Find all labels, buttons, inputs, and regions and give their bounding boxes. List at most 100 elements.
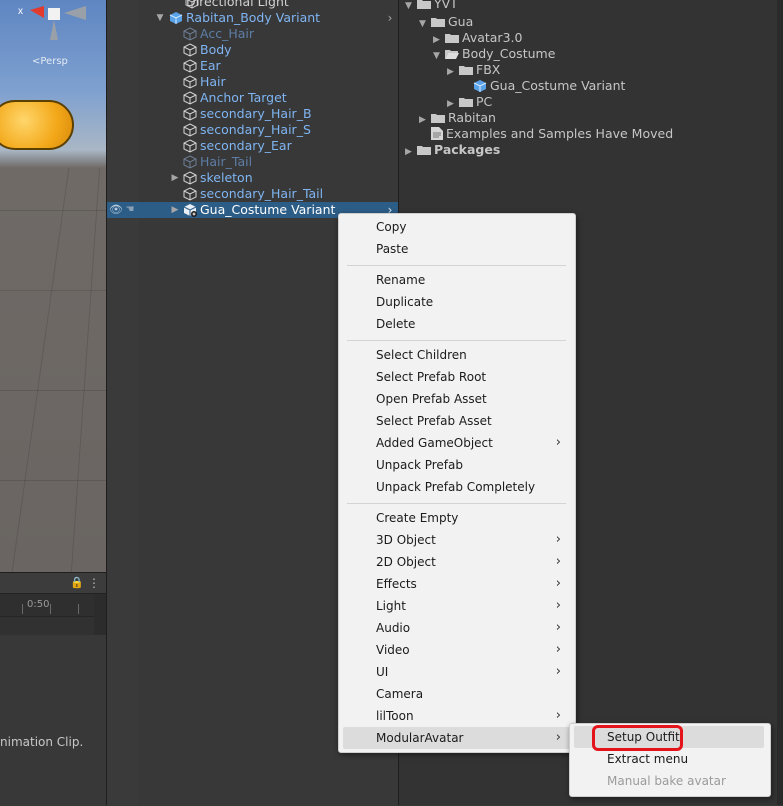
gameobject-icon (183, 43, 197, 57)
menu-item-video[interactable]: Video › (343, 639, 571, 661)
hierarchy-row[interactable]: Anchor Target (107, 90, 398, 106)
chevron-down-icon[interactable]: ▼ (405, 0, 417, 14)
menu-item-audio[interactable]: Audio › (343, 617, 571, 639)
menu-item-delete[interactable]: Delete (343, 313, 571, 335)
project-row[interactable]: ▶ PC (447, 94, 492, 110)
project-row[interactable]: ▶ FBX (447, 62, 500, 78)
timeline-scrollbar[interactable] (94, 594, 106, 635)
hierarchy-row[interactable]: ▼ Rabitan_Body Variant › (107, 10, 398, 26)
chevron-down-icon[interactable]: ▼ (155, 10, 165, 26)
menu-item-light[interactable]: Light › (343, 595, 571, 617)
scene-view[interactable]: x <Persp (0, 0, 106, 572)
menu-item-unpack-prefab-completely[interactable]: Unpack Prefab Completely (343, 476, 571, 498)
timeline-track[interactable] (0, 617, 94, 635)
grid-line (11, 168, 70, 572)
menu-item-added-gameobject[interactable]: Added GameObject › (343, 432, 571, 454)
menu-item-label: Select Prefab Root (376, 370, 487, 384)
hierarchy-row[interactable]: Body (107, 42, 398, 58)
hierarchy-row[interactable]: Directional Light (107, 0, 398, 10)
grid-line (0, 390, 106, 391)
menu-item-label: 3D Object (376, 533, 436, 547)
gameobject-icon (183, 171, 197, 185)
menu-item-ui[interactable]: UI › (343, 661, 571, 683)
hierarchy-row[interactable]: Ear (107, 58, 398, 74)
chevron-right-icon: › (555, 554, 561, 569)
menu-item-copy[interactable]: Copy (343, 216, 571, 238)
project-label: FBX (476, 62, 501, 77)
project-row[interactable]: ▶ Rabitan (419, 110, 496, 126)
project-row[interactable]: Examples and Samples Have Moved (431, 126, 673, 142)
prefab-variant-icon (183, 204, 197, 217)
chevron-down-icon[interactable]: ▼ (433, 48, 445, 64)
menu-item-label: Duplicate (376, 295, 434, 309)
menu-item-2d-object[interactable]: 2D Object › (343, 551, 571, 573)
menu-item-select-prefab-root[interactable]: Select Prefab Root (343, 366, 571, 388)
menu-item-paste[interactable]: Paste (343, 238, 571, 260)
hierarchy-label: Directional Light (186, 0, 289, 9)
right-panel-edge (777, 0, 783, 805)
chevron-right-icon[interactable]: ▶ (170, 170, 180, 186)
animation-panel: 🔒 ⋮ 0:50 nimation Clip. (0, 572, 106, 806)
gameobject-icon (183, 59, 197, 73)
project-row[interactable]: ▼ Body_Costume (433, 46, 555, 62)
menu-item-label: 2D Object (376, 555, 436, 569)
menu-item-extract-menu[interactable]: Extract menu (574, 748, 764, 770)
gameobject-icon (183, 155, 197, 169)
project-label: Avatar3.0 (462, 30, 523, 45)
chevron-right-icon[interactable]: ▶ (447, 64, 459, 80)
project-row[interactable]: ▼ YVT (405, 0, 458, 12)
hierarchy-row[interactable]: secondary_Ear (107, 138, 398, 154)
project-row[interactable]: Gua_Costume Variant (473, 78, 625, 94)
project-row[interactable]: ▼ Gua (419, 14, 473, 30)
project-label: Body_Costume (462, 46, 556, 61)
menu-item-label: Unpack Prefab Completely (376, 480, 536, 494)
visibility-eye-icon[interactable]: 👁 (109, 202, 123, 218)
menu-item-open-prefab-asset[interactable]: Open Prefab Asset (343, 388, 571, 410)
orientation-gizmo-icon[interactable] (30, 4, 86, 40)
menu-item-camera[interactable]: Camera (343, 683, 571, 705)
chevron-right-icon[interactable]: ▶ (405, 144, 417, 160)
menu-item-label: Extract menu (607, 752, 689, 766)
hierarchy-row[interactable]: Hair_Tail (107, 154, 398, 170)
project-row[interactable]: ▶ Avatar3.0 (433, 30, 522, 46)
perspective-label[interactable]: <Persp (32, 56, 68, 67)
hierarchy-row[interactable]: secondary_Hair_Tail (107, 186, 398, 202)
menu-item-duplicate[interactable]: Duplicate (343, 291, 571, 313)
chevron-right-icon: › (555, 730, 561, 745)
menu-item-label: Create Empty (376, 511, 459, 525)
menu-item-effects[interactable]: Effects › (343, 573, 571, 595)
pickable-hand-icon[interactable]: ☚ (125, 202, 135, 218)
hierarchy-row[interactable]: secondary_Hair_S (107, 122, 398, 138)
project-row[interactable]: ▶ Packages (405, 142, 500, 158)
menu-item-3d-object[interactable]: 3D Object › (343, 529, 571, 551)
menu-item-select-prefab-asset[interactable]: Select Prefab Asset (343, 410, 571, 432)
chevron-down-icon[interactable]: ▼ (419, 16, 431, 32)
grid-line (0, 210, 106, 211)
menu-item-unpack-prefab[interactable]: Unpack Prefab (343, 454, 571, 476)
folder-icon (417, 0, 431, 9)
hierarchy-row[interactable]: secondary_Hair_B (107, 106, 398, 122)
folder-open-icon (445, 50, 459, 59)
menu-item-select-children[interactable]: Select Children (343, 344, 571, 366)
kebab-menu-icon[interactable]: ⋮ (88, 576, 100, 590)
menu-item-rename[interactable]: Rename (343, 269, 571, 291)
lock-icon[interactable]: 🔒 (70, 576, 84, 589)
menu-item-create-empty[interactable]: Create Empty (343, 507, 571, 529)
hierarchy-row[interactable]: ▶ skeleton (107, 170, 398, 186)
menu-item-label: Camera (376, 687, 424, 701)
menu-item-modularavatar[interactable]: ModularAvatar › (343, 727, 571, 749)
hierarchy-label: Acc_Hair (200, 26, 254, 41)
gameobject-icon (183, 107, 197, 121)
menu-item-label: Open Prefab Asset (376, 392, 487, 406)
project-label: Gua_Costume Variant (490, 78, 626, 93)
chevron-right-icon[interactable]: ▶ (419, 112, 431, 128)
hierarchy-row[interactable]: Hair (107, 74, 398, 90)
hierarchy-label: secondary_Hair_B (200, 106, 312, 121)
chevron-right-icon[interactable]: › (385, 10, 395, 26)
chevron-right-icon[interactable]: ▶ (170, 202, 180, 218)
hierarchy-row[interactable]: Acc_Hair (107, 26, 398, 42)
menu-item-label: Rename (376, 273, 426, 287)
chevron-right-icon: › (555, 708, 561, 723)
menu-item-liltoon[interactable]: lilToon › (343, 705, 571, 727)
animation-message: nimation Clip. (0, 735, 84, 749)
